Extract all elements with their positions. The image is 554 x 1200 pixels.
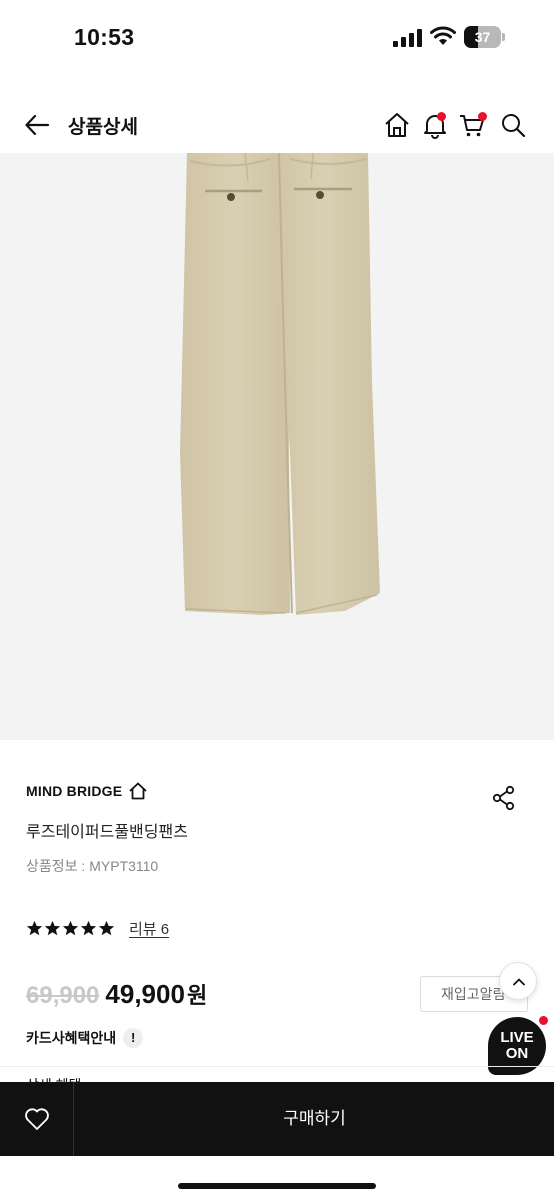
star-icon (26, 920, 43, 935)
scroll-top-button[interactable] (499, 962, 537, 1000)
app-header: 상품상세 (0, 100, 554, 150)
divider (0, 1066, 554, 1067)
heart-icon (25, 1108, 49, 1130)
battery-level: 37 (474, 29, 491, 45)
pants-image (180, 153, 380, 615)
brand-row[interactable]: MIND BRIDGE (26, 781, 148, 801)
notification-badge (437, 112, 446, 121)
star-icon (98, 920, 115, 935)
buy-button[interactable]: 구매하기 (75, 1082, 554, 1156)
page-title: 상품상세 (68, 117, 138, 138)
card-benefit-label[interactable]: 카드사혜택안내 (26, 1028, 116, 1048)
brand-home-icon[interactable] (128, 781, 148, 801)
chevron-up-icon (513, 978, 525, 986)
card-benefit-row[interactable]: 카드사혜택안내 ! (26, 1027, 144, 1049)
live-label-line1: LIVE (500, 1029, 534, 1046)
bottom-action-bar: 구매하기 (0, 1082, 554, 1156)
star-icon (80, 920, 97, 935)
star-icon (44, 920, 61, 935)
status-time: 10:53 (74, 24, 135, 50)
live-label-line2: ON (505, 1045, 529, 1062)
product-code: 상품정보 : MYPT3110 (26, 858, 159, 874)
back-arrow-icon[interactable] (24, 112, 50, 138)
share-icon[interactable] (490, 784, 518, 812)
home-icon[interactable] (383, 111, 411, 139)
wifi-icon (430, 26, 456, 45)
product-name: 루즈테이퍼드풀밴딩팬츠 (26, 824, 188, 841)
price-unit: 원 (186, 983, 208, 1008)
product-image[interactable] (0, 153, 554, 740)
wishlist-button[interactable] (0, 1082, 74, 1156)
live-indicator-dot (537, 1014, 550, 1027)
sale-price: 49,900 (105, 979, 185, 1009)
search-icon[interactable] (499, 111, 527, 139)
original-price: 69,900 (26, 982, 100, 1009)
status-bar: 10:53 37 (0, 0, 554, 78)
rating-row: 리뷰 6 (26, 917, 169, 939)
benefit-section-peek: 상세 혜택 (26, 1074, 81, 1082)
home-indicator (178, 1183, 376, 1189)
price-row: 69,900 49,900 원 (26, 978, 207, 1012)
rating-stars (26, 920, 115, 937)
brand-name[interactable]: MIND BRIDGE (26, 783, 122, 799)
star-icon (62, 920, 79, 935)
review-link[interactable]: 리뷰 6 (129, 918, 169, 939)
battery-icon: 37 (464, 26, 506, 48)
info-icon[interactable]: ! (123, 1028, 144, 1048)
cart-badge (478, 112, 487, 121)
signal-icon (393, 29, 422, 47)
live-on-label: LIVE ON (488, 1030, 546, 1062)
